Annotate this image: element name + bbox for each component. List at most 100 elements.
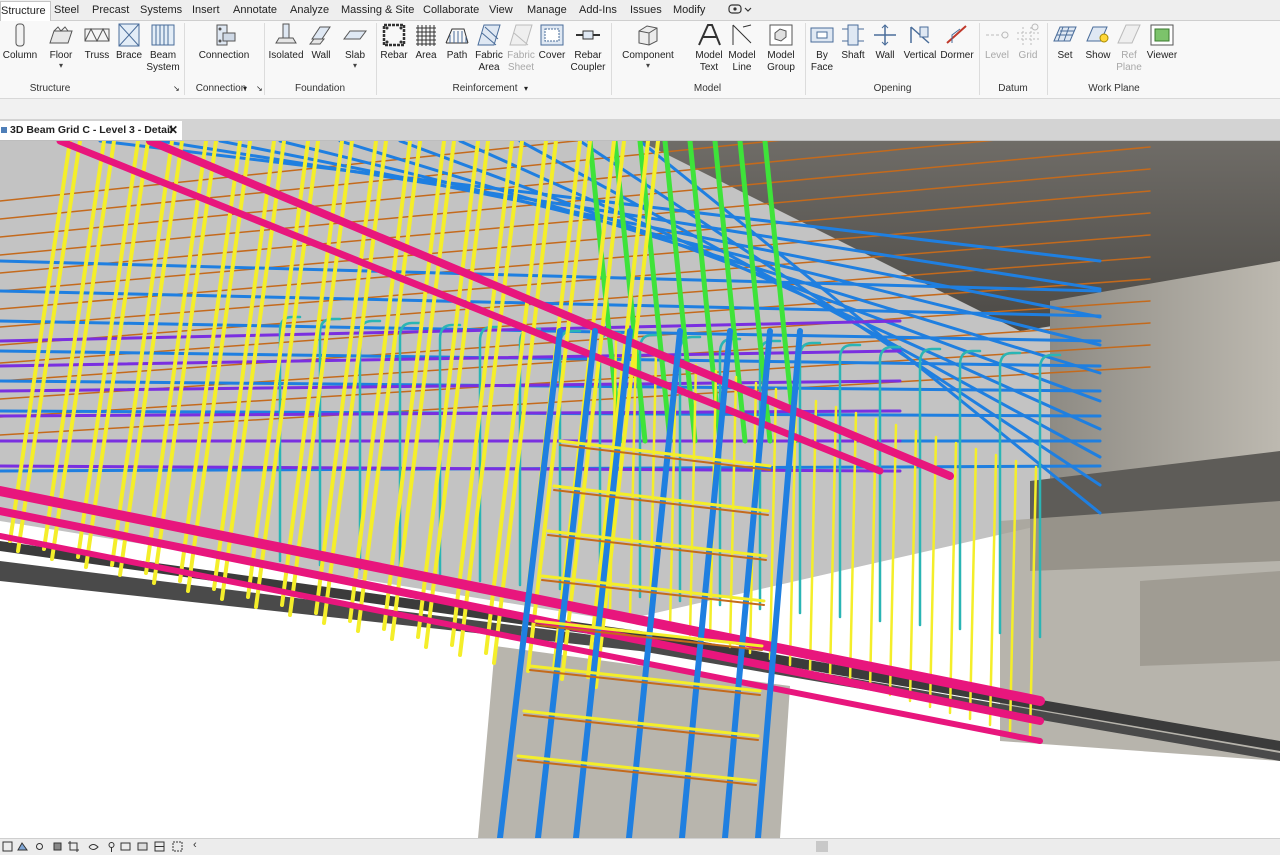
structure-panel-launcher-icon[interactable]: ↘ [173,84,180,93]
isolated-foundation-icon [275,23,297,44]
brace-button[interactable]: Brace [114,23,144,62]
slab-icon [343,30,367,40]
view-tab-3d-beam-grid[interactable]: 3D Beam Grid C - Level 3 - Detail ✕ [0,121,182,140]
3d-view-icon [1,127,7,133]
slab-dropdown-icon[interactable]: ▾ [338,62,372,70]
tab-structure[interactable]: Structure [0,1,51,21]
crop-view-icon[interactable] [68,841,79,852]
rebar-button[interactable]: Rebar [378,23,410,62]
floor-dropdown-icon[interactable]: ▾ [42,62,80,70]
wall-opening-label: Wall [875,50,895,61]
grid-button[interactable]: Grid [1013,23,1043,62]
shadows-icon[interactable] [52,841,63,852]
vertical-opening-icon [910,26,930,44]
dormer-label: Dormer [940,50,974,61]
tab-systems[interactable]: Systems [140,2,182,19]
contextual-dropdown-icon[interactable] [728,3,754,17]
grid-icon [1017,23,1039,45]
slab-label: Slab [344,50,365,61]
panel-divider [376,23,377,95]
level-icon [986,31,1009,39]
floor-button[interactable]: Floor ▾ [42,23,80,70]
rebar-coupler-button[interactable]: Rebar Coupler [568,23,608,74]
temporary-hide-icon[interactable] [120,841,131,852]
column-button[interactable]: Column [0,23,40,62]
fabric-area-button[interactable]: Fabric Area [473,23,505,74]
level-button[interactable]: Level [982,23,1012,62]
connection-label: Connection [198,50,250,61]
fabric-sheet-button[interactable]: Fabric Sheet [505,23,537,74]
vertical-opening-button[interactable]: Vertical [903,23,937,62]
3d-viewport[interactable] [0,141,1280,838]
unlock-3d-icon[interactable] [106,841,117,852]
close-view-icon[interactable]: ✕ [168,121,178,140]
foundation-panel-title: Foundation [294,83,346,94]
tab-steel[interactable]: Steel [54,2,79,19]
show-label: Show [1085,50,1111,61]
panel-divider [611,23,612,95]
tab-insert[interactable]: Insert [192,2,220,19]
structure-panel-title: Structure [29,83,71,94]
model-line-button[interactable]: Model Line [726,23,758,74]
opening-panel-title: Opening [873,83,912,94]
component-dropdown-icon[interactable]: ▾ [618,62,678,70]
tab-modify[interactable]: Modify [673,2,705,19]
viewer-label: Viewer [1146,50,1178,61]
worksharing-icon[interactable] [154,841,165,852]
show-crop-icon[interactable] [88,841,99,852]
horizontal-scrollbar-thumb[interactable] [816,841,828,852]
tab-add-ins[interactable]: Add-Ins [579,2,617,19]
visual-style-icon[interactable] [17,841,28,852]
tab-view[interactable]: View [489,2,513,19]
component-button[interactable]: Component ▾ [618,23,678,70]
model-group-button[interactable]: Model Group [762,23,800,74]
tab-issues[interactable]: Issues [630,2,662,19]
tab-manage[interactable]: Manage [527,2,567,19]
rebar-coupler-label: Rebar Coupler [570,50,606,73]
path-reinforcement-button[interactable]: Path [442,23,472,62]
reinforcement-dropdown-icon[interactable]: ▾ [524,84,528,93]
scroll-left-icon[interactable]: ‹ [193,839,197,851]
reinforcement-panel-title: Reinforcement [452,83,518,94]
viewer-button[interactable]: Viewer [1145,23,1179,62]
tab-annotate[interactable]: Annotate [233,2,277,19]
path-reinforcement-icon [445,28,469,44]
area-reinforcement-button[interactable]: Area [411,23,441,62]
model-group-icon [769,24,793,46]
isolated-foundation-button[interactable]: Isolated [268,23,304,62]
wall-opening-button[interactable]: Wall [870,23,900,62]
truss-button[interactable]: Truss [82,23,112,62]
wall-foundation-button[interactable]: Wall [306,23,336,62]
dormer-button[interactable]: Dormer [938,23,976,62]
ribbon: Column Floor ▾ Truss Brace Beam System S… [0,21,1280,99]
component-icon [638,25,658,46]
ref-plane-button[interactable]: Ref Plane [1114,23,1144,74]
show-workplane-button[interactable]: Show [1082,23,1114,62]
shaft-button[interactable]: Shaft [838,23,868,62]
slab-button[interactable]: Slab ▾ [338,23,372,70]
tab-precast[interactable]: Precast [92,2,129,19]
wall-opening-icon [874,24,896,46]
floor-label: Floor [49,50,73,61]
by-face-button[interactable]: By Face [808,23,836,74]
by-face-label: By Face [810,50,834,73]
fabric-area-label: Fabric Area [475,50,503,73]
beam-system-button[interactable]: Beam System [146,23,180,74]
cover-button[interactable]: Cover [537,23,567,62]
tab-analyze[interactable]: Analyze [290,2,329,19]
set-workplane-button[interactable]: Set [1050,23,1080,62]
panel-divider [805,23,806,95]
beam-system-label: Beam System [146,50,180,73]
connection-panel-launcher-icon[interactable]: ↘ [256,84,263,93]
tab-massing-site[interactable]: Massing & Site [341,2,414,19]
detail-level-icon[interactable] [2,841,13,852]
analysis-display-icon[interactable] [172,841,183,852]
area-reinforcement-icon [416,25,436,46]
reveal-hidden-icon[interactable] [137,841,148,852]
tab-collaborate[interactable]: Collaborate [423,2,479,19]
sun-path-icon[interactable] [34,841,45,852]
connection-dropdown-icon[interactable]: ▾ [243,84,247,93]
panel-divider [1047,23,1048,95]
connection-button[interactable]: Connection [190,23,258,62]
model-text-button[interactable]: Model Text [693,23,725,74]
